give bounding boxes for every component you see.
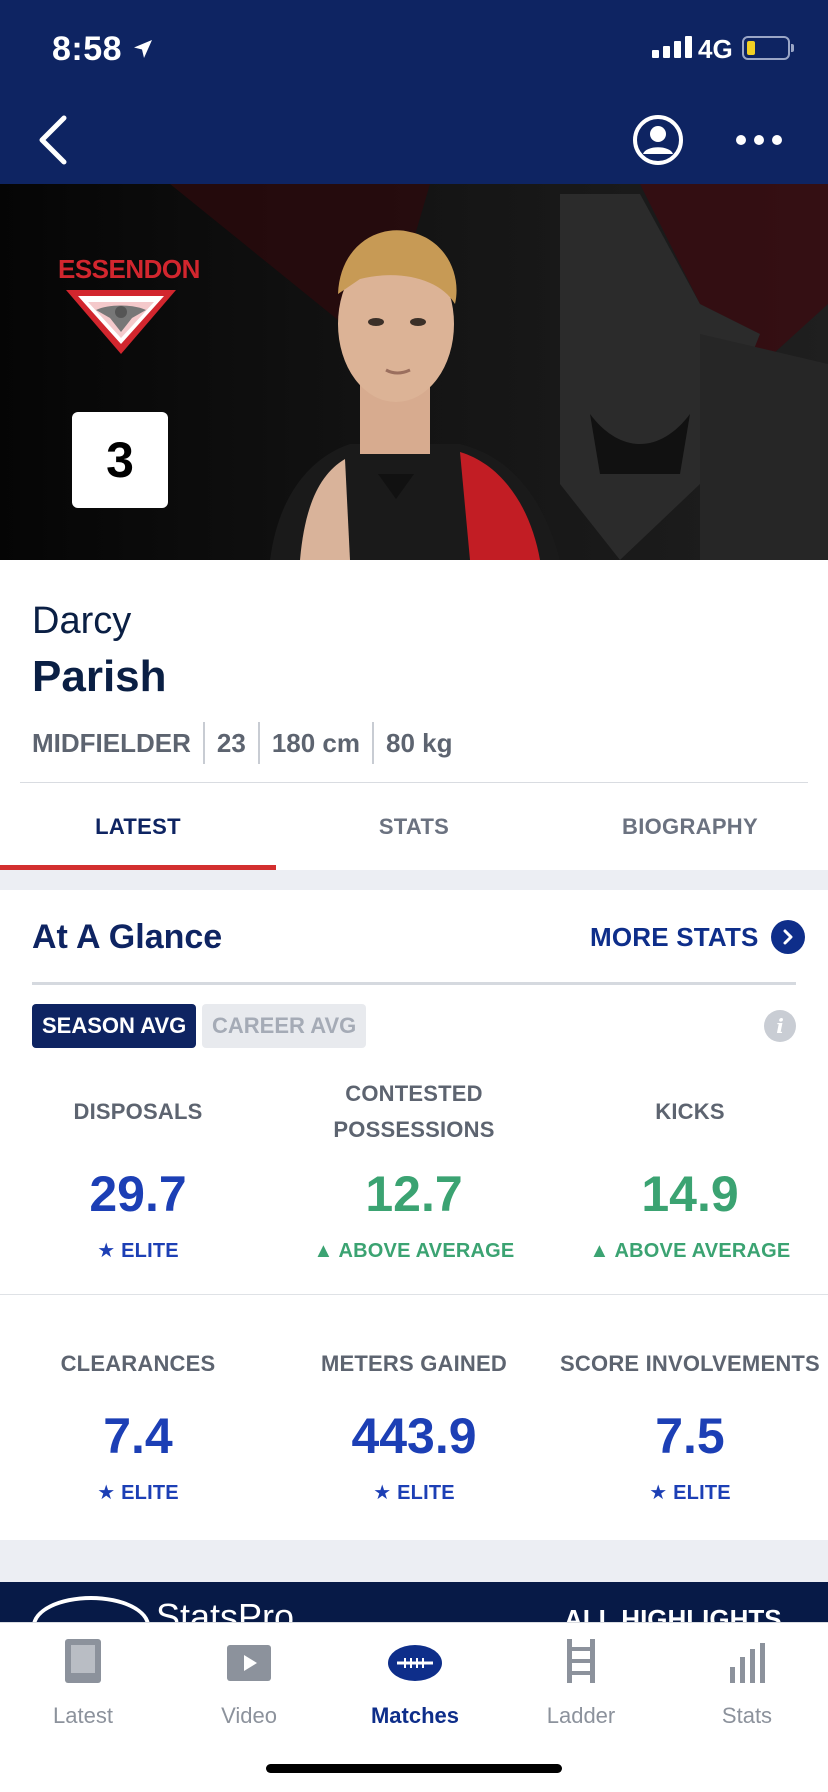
latest-icon (65, 1639, 101, 1683)
stat-label: DISPOSALS (73, 1099, 203, 1124)
stat-meters-gained: METERS GAINED 443.9 ★ ELITE (276, 1346, 552, 1508)
divider (20, 782, 808, 783)
tab-stats[interactable]: STATS (276, 784, 552, 870)
more-options-button[interactable] (736, 120, 786, 160)
bar-chart-icon (730, 1643, 765, 1683)
battery-icon (742, 36, 794, 60)
section-separator (0, 870, 828, 890)
promo-link[interactable]: ALL HIGHLIGHTS (564, 1604, 782, 1622)
stat-contested-possessions: CONTESTED POSSESSIONS 12.7 ▲ ABOVE AVERA… (276, 1076, 552, 1266)
chevron-right-icon (770, 920, 805, 954)
back-button[interactable] (30, 110, 76, 170)
home-indicator (266, 1764, 562, 1773)
stat-value: 443.9 (351, 1408, 477, 1464)
stat-label: KICKS (655, 1099, 725, 1124)
essendon-bomber-icon (66, 290, 176, 354)
stat-disposals: DISPOSALS 29.7 ★ ELITE (0, 1076, 276, 1266)
afl-logo-icon (32, 1596, 150, 1622)
stat-rating: ★ ELITE (97, 1482, 179, 1504)
nav-label: Stats (721, 1703, 773, 1728)
player-last-name: Parish (32, 652, 167, 701)
promo-brand: StatsPro (156, 1596, 295, 1622)
nav-label: Video (221, 1703, 277, 1728)
divider (32, 982, 796, 985)
more-stats-link[interactable]: MORE STATS (590, 920, 805, 954)
stat-label: METERS GAINED (321, 1351, 507, 1376)
player-meta: MIDFIELDER 23 180 cm 80 kg (32, 722, 465, 764)
nav-item-matches[interactable]: Matches (332, 1623, 498, 1743)
jersey-number: 3 (72, 412, 168, 508)
stat-rating: ★ ELITE (373, 1482, 455, 1504)
stats-pro-banner[interactable]: StatsPro ALL HIGHLIGHTS (0, 1582, 828, 1622)
stat-clearances: CLEARANCES 7.4 ★ ELITE (0, 1346, 276, 1508)
player-weight: 80 kg (372, 722, 465, 764)
nav-item-latest[interactable]: Latest (0, 1623, 166, 1743)
club-logo: ESSENDON (58, 254, 200, 364)
nav-item-stats[interactable]: Stats (664, 1623, 828, 1743)
stat-score-involvements: SCORE INVOLVEMENTS 7.5 ★ ELITE (552, 1346, 828, 1508)
stat-kicks: KICKS 14.9 ▲ ABOVE AVERAGE (552, 1076, 828, 1266)
video-icon (227, 1645, 271, 1681)
stat-value: 14.9 (641, 1166, 739, 1222)
nav-label: Latest (53, 1703, 113, 1728)
more-stats-label: MORE STATS (590, 921, 759, 952)
career-avg-toggle[interactable]: CAREER AVG (202, 1004, 367, 1048)
player-first-name: Darcy (32, 600, 132, 642)
player-age: 23 (202, 722, 258, 764)
football-icon (388, 1645, 442, 1681)
stat-label: CLEARANCES (60, 1351, 216, 1376)
status-time: 8:58 (52, 30, 123, 68)
stat-label: CONTESTED POSSESSIONS (333, 1081, 495, 1142)
player-tabs: LATEST STATS BIOGRAPHY (0, 784, 828, 870)
player-height: 180 cm (257, 722, 372, 764)
stat-value: 7.5 (655, 1408, 725, 1464)
divider (0, 1294, 828, 1295)
network-type: 4G (698, 34, 733, 64)
nav-label: Ladder (546, 1703, 616, 1728)
player-hero: ESSENDON 3 (0, 184, 828, 560)
tab-latest[interactable]: LATEST (0, 784, 276, 870)
stat-rating: ★ ELITE (649, 1482, 731, 1504)
nav-item-video[interactable]: Video (166, 1623, 332, 1743)
season-avg-toggle[interactable]: SEASON AVG (32, 1004, 197, 1048)
section-separator (0, 1540, 828, 1582)
stat-label: SCORE INVOLVEMENTS (560, 1351, 820, 1376)
nav-label: Matches (370, 1703, 460, 1728)
stat-value: 29.7 (89, 1166, 187, 1222)
tab-biography[interactable]: BIOGRAPHY (552, 784, 828, 870)
location-arrow-icon (134, 40, 152, 58)
info-icon[interactable]: i (764, 1010, 796, 1042)
top-bar: 8:58 4G (0, 0, 828, 184)
player-position: MIDFIELDER (32, 728, 191, 758)
section-title: At A Glance (32, 918, 223, 956)
stat-rating: ▲ ABOVE AVERAGE (313, 1240, 515, 1262)
stat-value: 7.4 (103, 1408, 173, 1464)
stat-rating: ▲ ABOVE AVERAGE (589, 1240, 791, 1262)
profile-icon[interactable] (632, 114, 684, 166)
stat-rating: ★ ELITE (97, 1240, 179, 1262)
ladder-icon (567, 1639, 595, 1683)
stat-value: 12.7 (365, 1166, 463, 1222)
cellular-signal-icon (652, 36, 692, 58)
nav-item-ladder[interactable]: Ladder (498, 1623, 664, 1743)
